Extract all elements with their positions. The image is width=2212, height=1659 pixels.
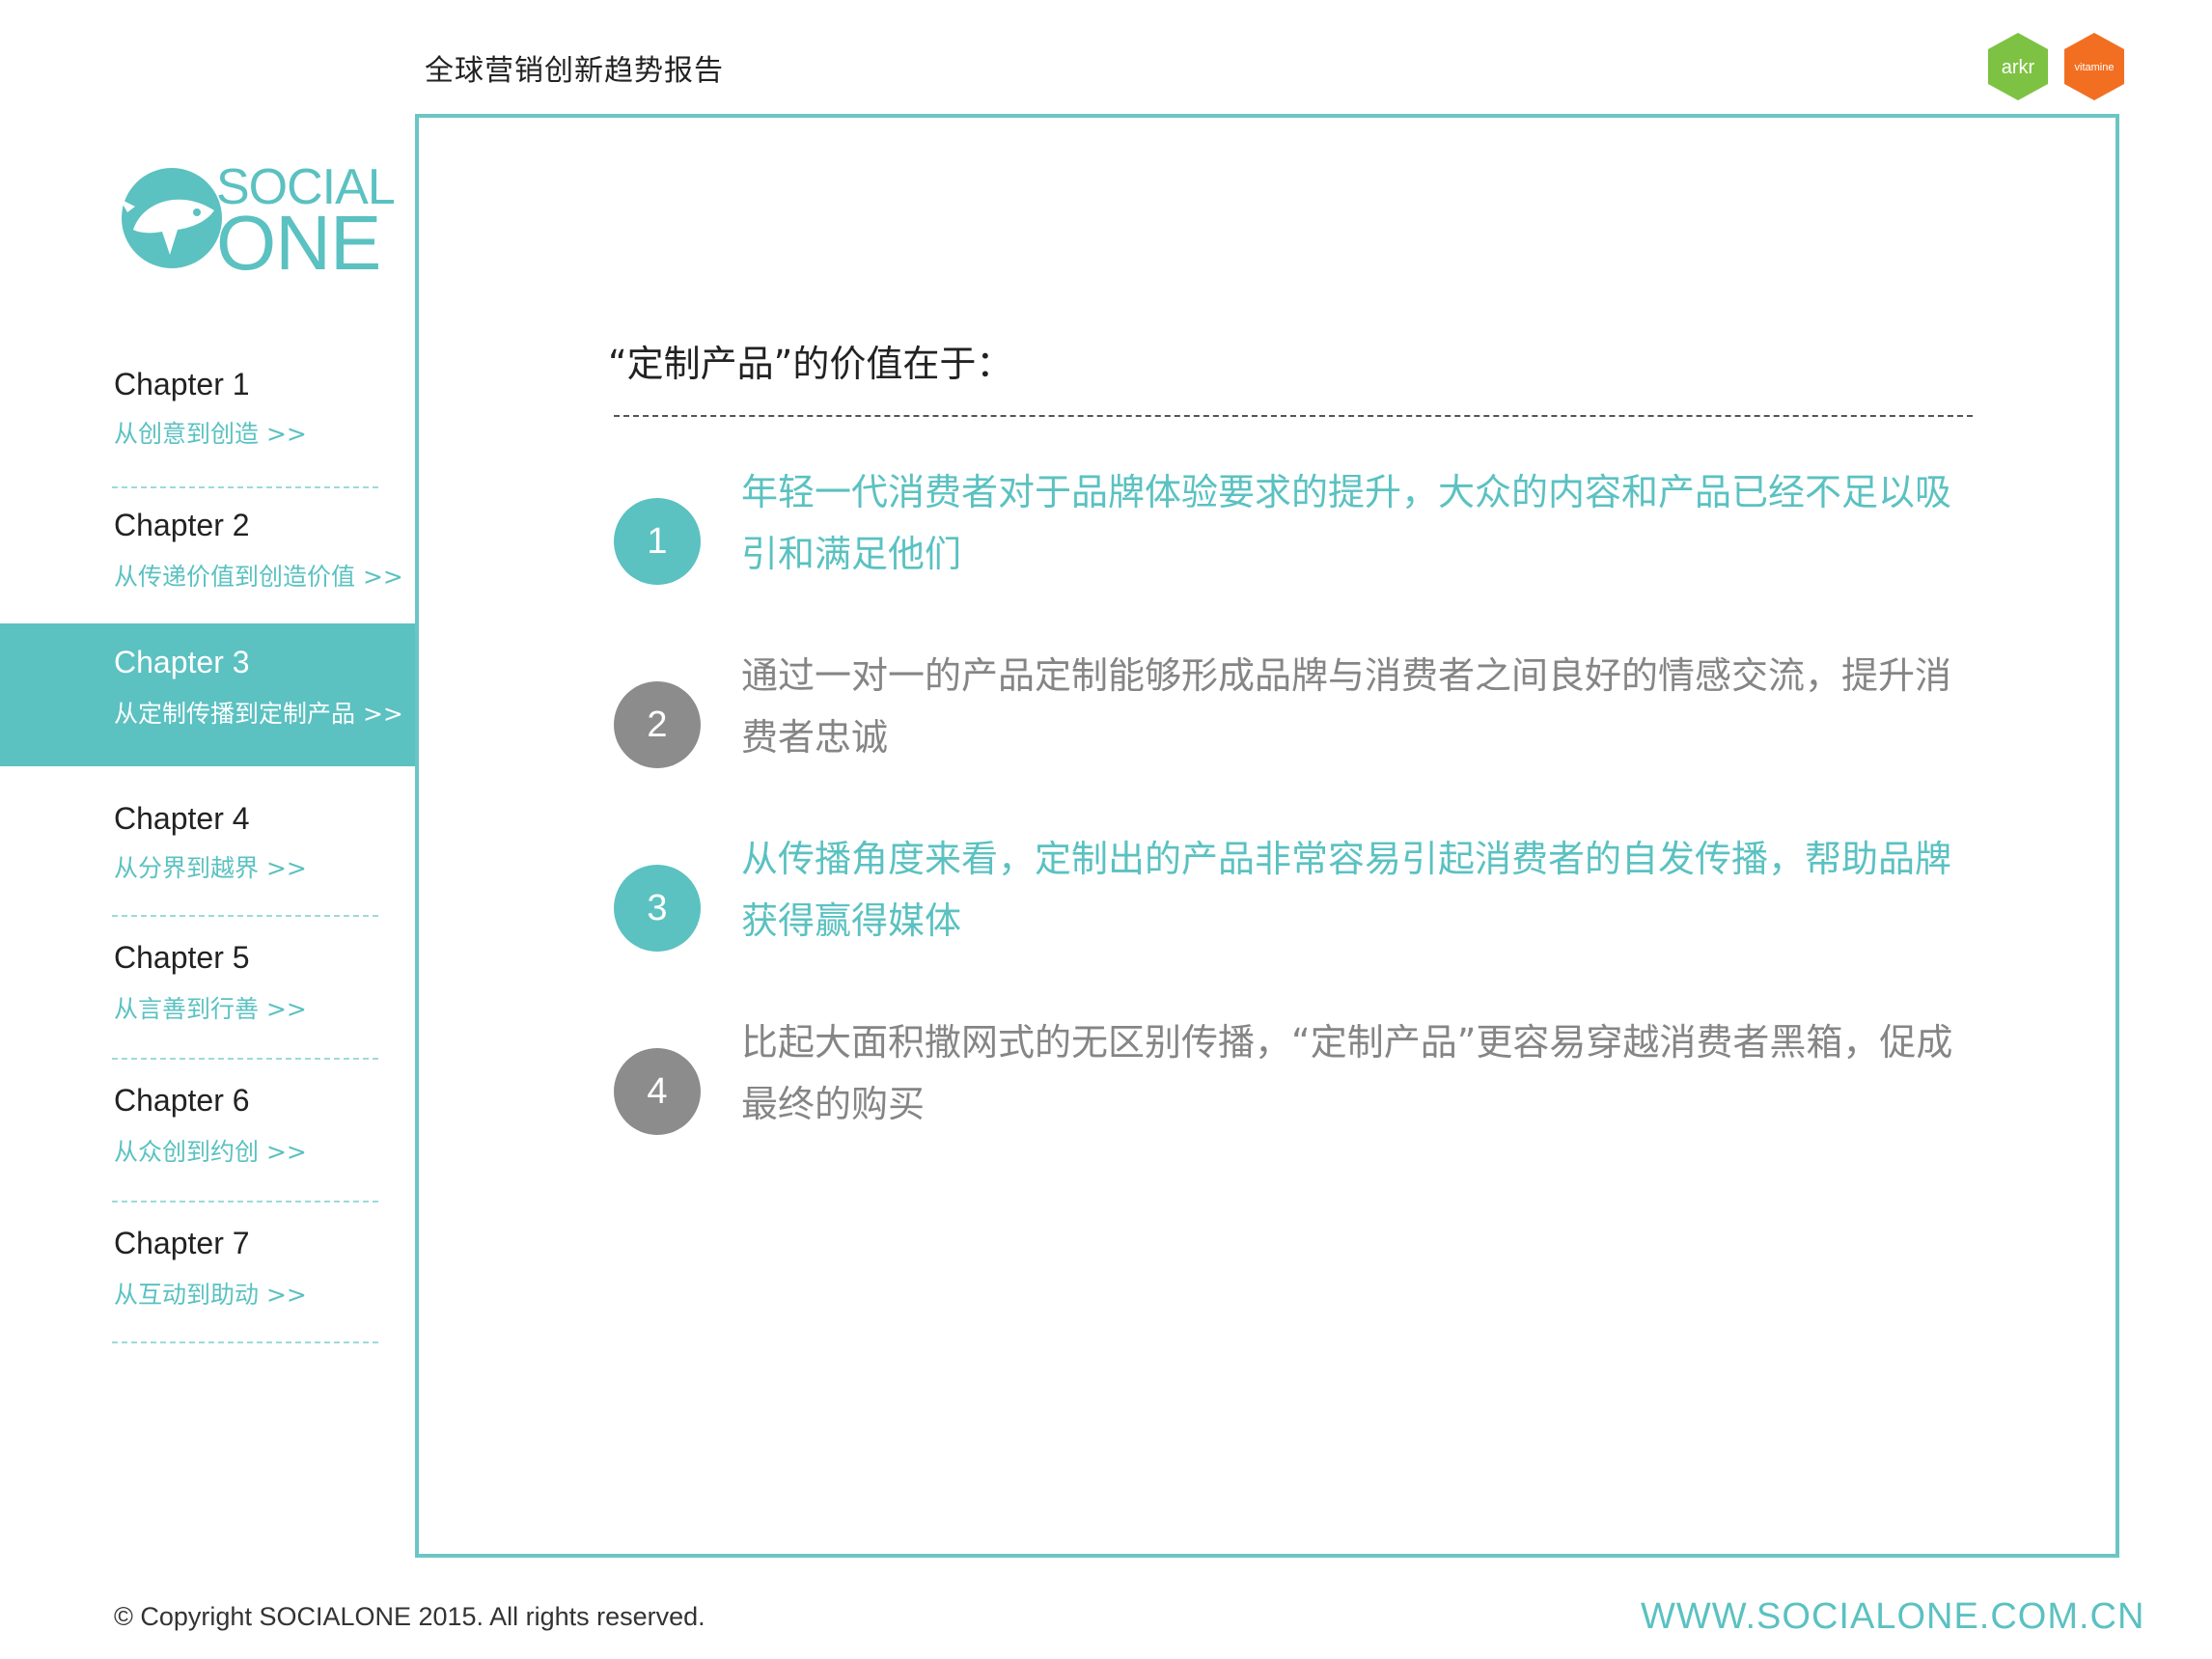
- chapter-item-2[interactable]: Chapter 2 从传递价值到创造价值 >>: [0, 492, 425, 627]
- heading-divider: [614, 415, 1973, 417]
- vitamine-hexagon-logo-icon: vitamine: [2064, 33, 2124, 100]
- value-point-2: 2 通过一对一的产品定制能够形成品牌与消费者之间良好的情感交流，提升消费者忠诚: [614, 645, 1984, 780]
- chapter-item-5[interactable]: Chapter 5 从言善到行善 >>: [0, 925, 425, 1065]
- chapter-subtitle: 从定制传播到定制产品 >>: [114, 700, 403, 728]
- value-point-4: 4 比起大面积撒网式的无区别传播，“定制产品”更容易穿越消费者黑箱，促成最终的购…: [614, 1011, 1984, 1147]
- chapter-divider: [112, 486, 378, 488]
- socialone-logo[interactable]: SOCIAL ONE: [114, 158, 396, 286]
- number-badge: 2: [614, 681, 701, 768]
- chapter-item-1[interactable]: Chapter 1 从创意到创造 >>: [0, 347, 425, 488]
- chapter-item-6[interactable]: Chapter 6 从众创到约创 >>: [0, 1067, 425, 1208]
- chapter-title: Chapter 7: [114, 1226, 250, 1260]
- chapter-divider: [112, 1058, 378, 1060]
- point-text: 年轻一代消费者对于品牌体验要求的提升，大众的内容和产品已经不足以吸引和满足他们: [741, 471, 1952, 575]
- chapter-subtitle: 从创意到创造 >>: [114, 420, 307, 448]
- chapter-title: Chapter 2: [114, 508, 250, 542]
- chapter-title: Chapter 4: [114, 801, 250, 836]
- point-text: 通过一对一的产品定制能够形成品牌与消费者之间良好的情感交流，提升消费者忠诚: [741, 654, 1952, 759]
- point-text: 比起大面积撒网式的无区别传播，“定制产品”更容易穿越消费者黑箱，促成最终的购买: [741, 1021, 1953, 1125]
- partner-logos: arkr vitamine: [1986, 31, 2127, 104]
- chapter-subtitle: 从传递价值到创造价值 >>: [114, 563, 403, 591]
- arkr-hexagon-logo-icon: arkr: [1988, 33, 2048, 100]
- chapter-subtitle: 从言善到行善 >>: [114, 995, 307, 1023]
- number-badge: 1: [614, 498, 701, 585]
- chapter-subtitle: 从众创到约创 >>: [114, 1138, 307, 1166]
- report-title: 全球营销创新趋势报告: [425, 54, 724, 88]
- chapter-item-3[interactable]: Chapter 3 从定制传播到定制产品 >>: [0, 623, 425, 766]
- value-point-1: 1 年轻一代消费者对于品牌体验要求的提升，大众的内容和产品已经不足以吸引和满足他…: [614, 461, 1984, 596]
- chapter-title: Chapter 5: [114, 940, 250, 975]
- section-heading: “定制产品”的价值在于：: [608, 343, 1013, 385]
- chapter-title: Chapter 6: [114, 1083, 250, 1118]
- chapter-divider: [112, 915, 378, 917]
- chapter-title: Chapter 1: [114, 367, 250, 401]
- chapter-subtitle: 从互动到助动 >>: [114, 1281, 307, 1309]
- vitamine-logo-text: vitamine: [2075, 62, 2115, 73]
- number-badge: 3: [614, 865, 701, 952]
- copyright-text: © Copyright SOCIALONE 2015. All rights r…: [114, 1602, 705, 1631]
- chapter-item-7[interactable]: Chapter 7 从互动到助动 >>: [0, 1210, 425, 1351]
- chapter-subtitle: 从分界到越界 >>: [114, 854, 307, 882]
- website-link[interactable]: WWW.SOCIALONE.COM.CN: [1641, 1596, 2144, 1638]
- point-text: 从传播角度来看，定制出的产品非常容易引起消费者的自发传播，帮助品牌获得赢得媒体: [741, 838, 1952, 942]
- chapter-divider: [112, 1201, 378, 1203]
- brand-line2: ONE: [216, 200, 381, 286]
- chapter-title: Chapter 3: [114, 645, 250, 679]
- chapter-item-4[interactable]: Chapter 4 从分界到越界 >>: [0, 782, 425, 923]
- chapter-divider: [112, 1341, 378, 1343]
- value-point-3: 3 从传播角度来看，定制出的产品非常容易引起消费者的自发传播，帮助品牌获得赢得媒…: [614, 828, 1984, 963]
- arkr-logo-text: arkr: [2002, 57, 2035, 78]
- number-badge: 4: [614, 1048, 701, 1135]
